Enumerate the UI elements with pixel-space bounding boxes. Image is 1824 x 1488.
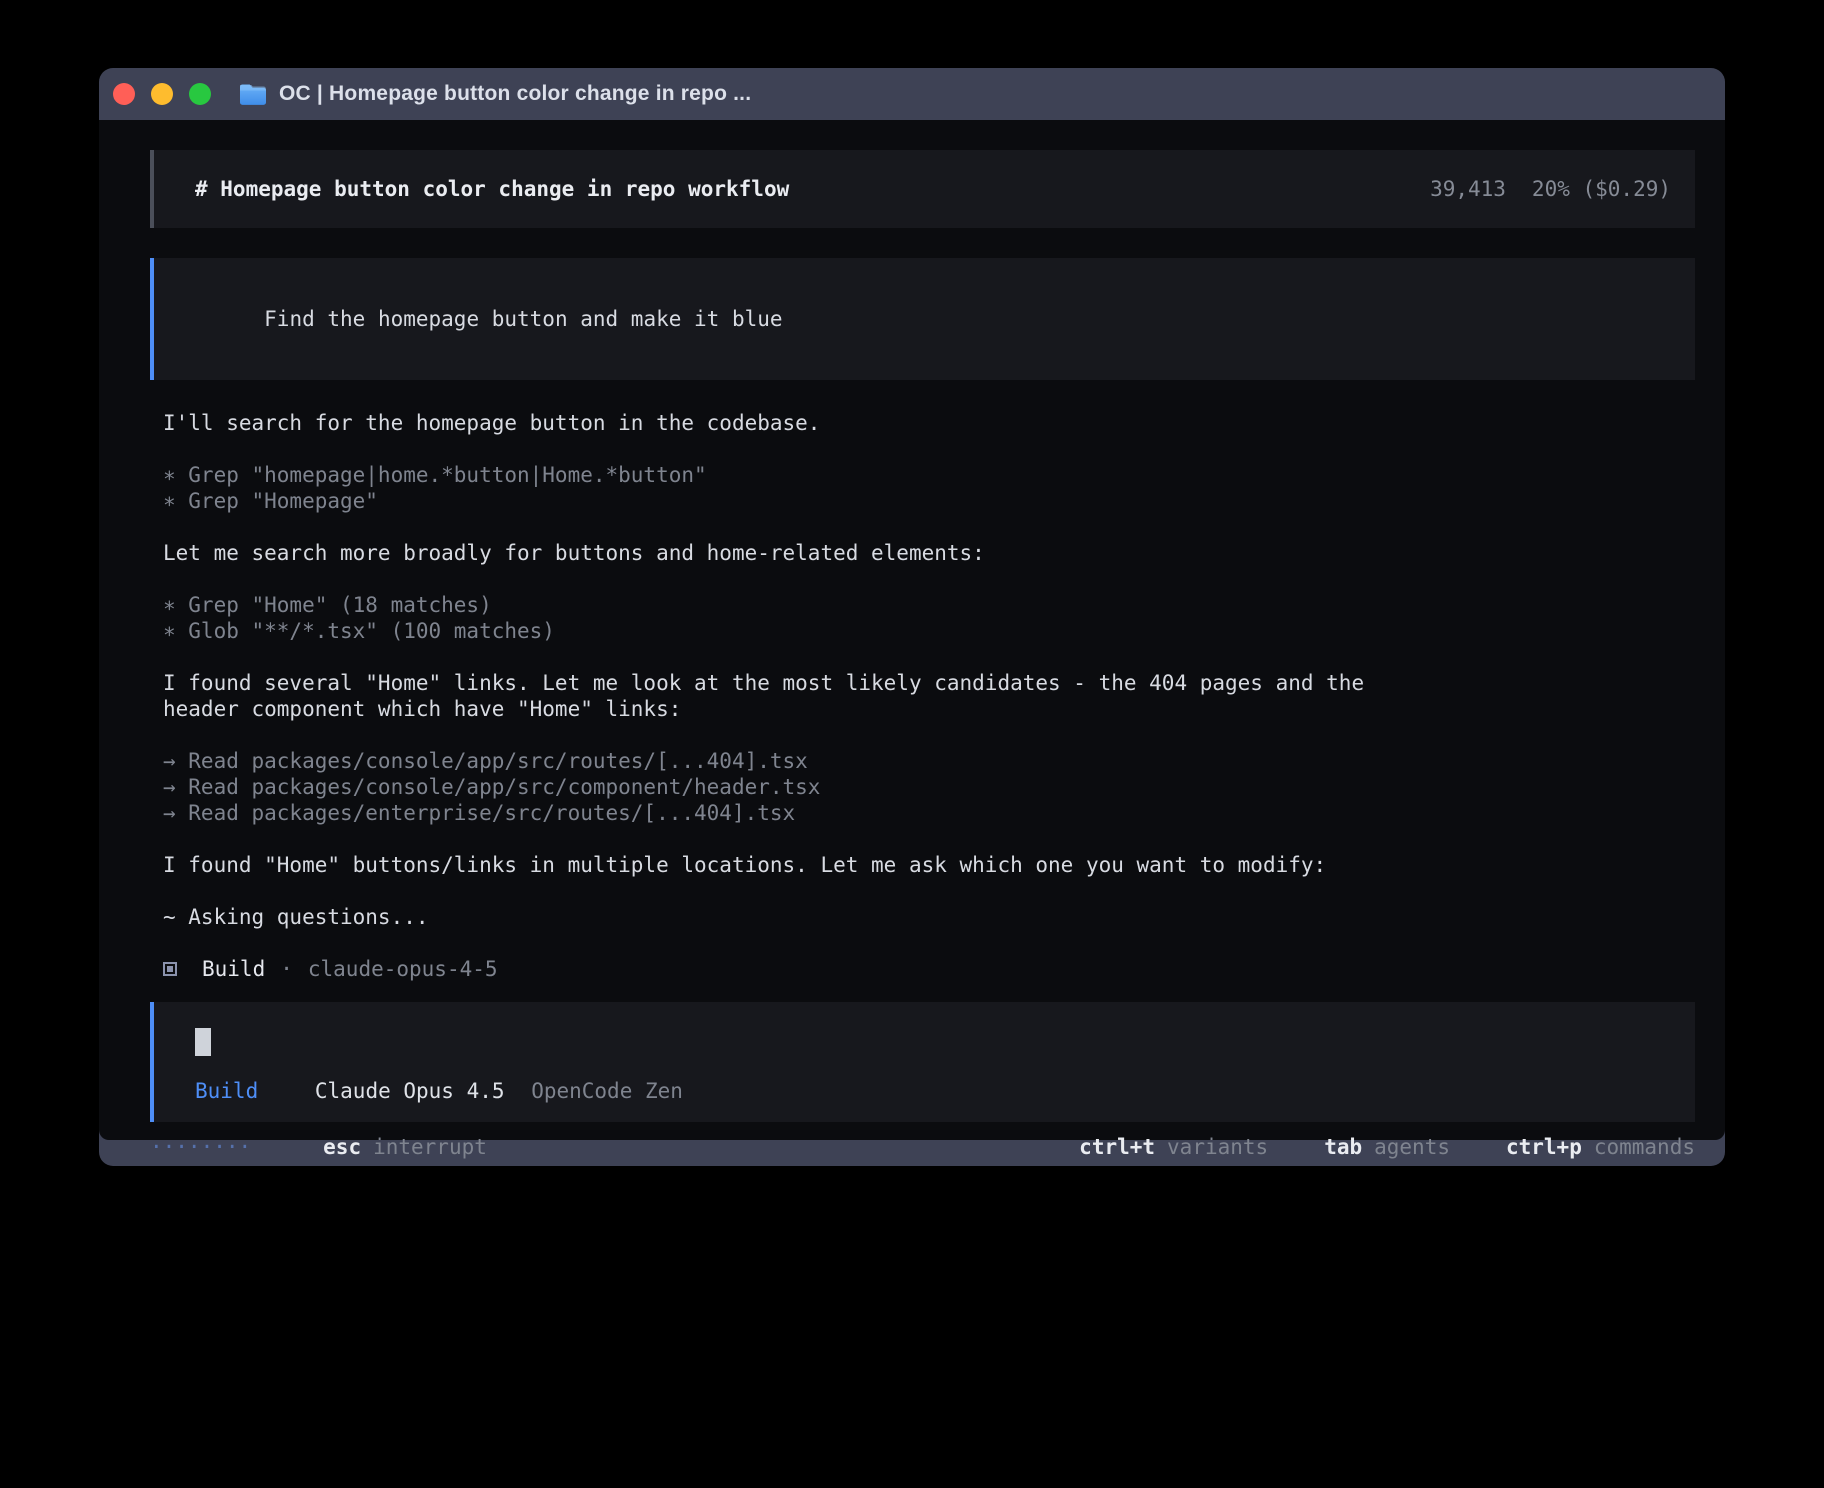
assistant-text-block: I found "Home" buttons/links in multiple…: [150, 852, 1695, 878]
keybind-label: commands: [1594, 1135, 1695, 1159]
transcript-line: → Read packages/console/app/src/componen…: [163, 774, 1695, 800]
interrupt-hint: esc interrupt: [323, 1134, 487, 1160]
keybind-label: agents: [1374, 1135, 1450, 1159]
close-button[interactable]: [113, 83, 135, 105]
minimize-button[interactable]: [151, 83, 173, 105]
assistant-text-block: ~ Asking questions...: [150, 904, 1695, 930]
interrupt-key: esc: [323, 1135, 361, 1159]
assistant-text-block: I found several "Home" links. Let me loo…: [150, 670, 1695, 722]
input-mode-label: Build: [195, 1079, 258, 1103]
keybind-key: ctrl+t: [1079, 1135, 1155, 1159]
title-area: OC | Homepage button color change in rep…: [239, 82, 751, 106]
traffic-lights: [113, 83, 211, 105]
tool-call-block: ∗ Grep "Home" (18 matches)∗ Glob "**/*.t…: [150, 592, 1695, 644]
agent-status: Build · claude-opus-4-5: [150, 956, 1695, 982]
prompt-input-line[interactable]: [195, 1028, 1671, 1056]
zoom-button[interactable]: [189, 83, 211, 105]
agent-name: Build: [202, 956, 265, 982]
spinner-dots: ········: [150, 1134, 251, 1160]
tool-call-block: ∗ Grep "homepage|home.*button|Home.*butt…: [150, 462, 1695, 514]
keybind-hint-variants: ctrl+t variants: [1079, 1134, 1268, 1160]
session-stats: 39,413 20% ($0.29): [1430, 176, 1671, 202]
context-usage: 20% ($0.29): [1532, 176, 1671, 202]
session-header: # Homepage button color change in repo w…: [150, 150, 1695, 228]
transcript-line: ~ Asking questions...: [163, 904, 1695, 930]
terminal-content: # Homepage button color change in repo w…: [99, 120, 1725, 1140]
agent-separator: ·: [280, 956, 293, 982]
session-title: # Homepage button color change in repo w…: [195, 176, 789, 202]
keybind-hint-commands: ctrl+p commands: [1506, 1134, 1695, 1160]
keybind-key: ctrl+p: [1506, 1135, 1582, 1159]
transcript-line: I found "Home" buttons/links in multiple…: [163, 852, 1695, 878]
user-message-text: Find the homepage button and make it blu…: [264, 307, 782, 331]
agent-build-icon: [163, 962, 177, 976]
transcript: I'll search for the homepage button in t…: [150, 410, 1695, 930]
interrupt-label: interrupt: [373, 1135, 487, 1159]
transcript-line: → Read packages/enterprise/src/routes/[.…: [163, 800, 1695, 826]
text-cursor: [195, 1028, 211, 1056]
transcript-line: ∗ Grep "Home" (18 matches): [163, 592, 1695, 618]
token-count: 39,413: [1430, 176, 1506, 202]
titlebar[interactable]: OC | Homepage button color change in rep…: [99, 68, 1725, 120]
input-model-label: Claude Opus 4.5: [315, 1079, 505, 1103]
transcript-line: ∗ Glob "**/*.tsx" (100 matches): [163, 618, 1695, 644]
input-meta: Build Claude Opus 4.5 OpenCode Zen: [195, 1078, 1671, 1104]
user-message: Find the homepage button and make it blu…: [150, 258, 1695, 380]
tool-call-block: → Read packages/console/app/src/routes/[…: [150, 748, 1695, 826]
window-title: OC | Homepage button color change in rep…: [279, 82, 751, 106]
agent-model: claude-opus-4-5: [308, 956, 498, 982]
statusbar-right: ctrl+t variants tab agents ctrl+p commands: [1079, 1134, 1695, 1160]
prompt-input[interactable]: Build Claude Opus 4.5 OpenCode Zen: [150, 1002, 1695, 1122]
transcript-line: I'll search for the homepage button in t…: [163, 410, 1695, 436]
statusbar-left: ········ esc interrupt: [150, 1134, 487, 1160]
transcript-line: Let me search more broadly for buttons a…: [163, 540, 1695, 566]
assistant-text-block: Let me search more broadly for buttons a…: [150, 540, 1695, 566]
transcript-line: header component which have "Home" links…: [163, 696, 1695, 722]
input-provider-label: OpenCode Zen: [531, 1079, 683, 1103]
folder-icon: [239, 83, 267, 106]
keybind-label: variants: [1167, 1135, 1268, 1159]
keybind-key: tab: [1324, 1135, 1362, 1159]
transcript-line: → Read packages/console/app/src/routes/[…: [163, 748, 1695, 774]
transcript-line: ∗ Grep "Homepage": [163, 488, 1695, 514]
terminal-window: OC | Homepage button color change in rep…: [99, 68, 1725, 1166]
statusbar: ········ esc interrupt ctrl+t variants taba…: [150, 1134, 1695, 1160]
transcript-line: I found several "Home" links. Let me loo…: [163, 670, 1695, 696]
transcript-line: ∗ Grep "homepage|home.*button|Home.*butt…: [163, 462, 1695, 488]
keybind-hint-agents: tab agents: [1324, 1134, 1450, 1160]
assistant-text-block: I'll search for the homepage button in t…: [150, 410, 1695, 436]
